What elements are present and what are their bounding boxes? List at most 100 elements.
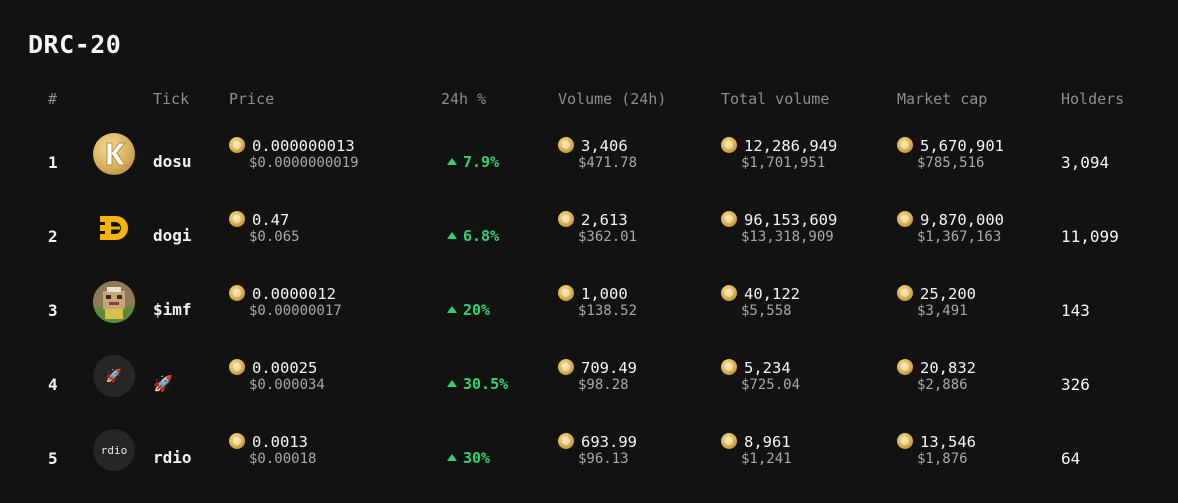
total-volume-value: 40,122	[744, 285, 800, 303]
total-volume-cell: 96,153,609 $13,318,909	[721, 211, 837, 246]
market-cap-cell: 13,546 $1,876	[897, 433, 976, 468]
rank: 2	[48, 227, 58, 246]
market-cap-cell: 5,670,901 $785,516	[897, 137, 1004, 172]
tick-label[interactable]: $imf	[153, 300, 192, 319]
doge-coin-icon	[721, 359, 737, 375]
header-rank: #	[48, 90, 58, 108]
price-cell: 0.47 $0.065	[229, 211, 300, 246]
header-change[interactable]: 24h %	[441, 90, 486, 108]
market-cap-cell: 9,870,000 $1,367,163	[897, 211, 1004, 246]
market-cap-value: 5,670,901	[920, 137, 1004, 155]
up-triangle-icon	[447, 158, 457, 165]
total-volume-usd: $725.04	[741, 377, 801, 393]
total-volume-value: 8,961	[744, 433, 791, 451]
price-usd: $0.000034	[249, 377, 325, 393]
rank: 5	[48, 449, 58, 468]
change-cell: 30%	[447, 449, 490, 467]
volume-cell: 709.49 $98.28	[558, 359, 637, 394]
doge-coin-icon	[229, 285, 245, 301]
dosu-k-logo-icon	[93, 133, 135, 175]
rank: 3	[48, 301, 58, 320]
rank: 1	[48, 153, 58, 172]
change-value: 6.8%	[463, 227, 500, 245]
market-cap-usd: $3,491	[917, 303, 968, 319]
change-value: 30.5%	[463, 375, 509, 393]
market-cap-usd: $785,516	[917, 155, 985, 171]
total-volume-usd: $1,241	[741, 451, 792, 467]
price-value: 0.47	[252, 211, 290, 229]
price-value: 0.0000012	[252, 285, 336, 303]
table-row[interactable]: 2 dogi 0.47 $0.065 6.8% 2,613 $362.01 96…	[0, 207, 1178, 281]
tick-label[interactable]: rdio	[153, 448, 192, 467]
doge-coin-icon	[558, 285, 574, 301]
change-cell: 20%	[447, 301, 490, 319]
volume-usd: $138.52	[578, 303, 638, 319]
market-cap-value: 13,546	[920, 433, 976, 451]
up-triangle-icon	[447, 380, 457, 387]
doge-coin-icon	[897, 285, 913, 301]
change-cell: 30.5%	[447, 375, 508, 393]
doge-coin-icon	[721, 137, 737, 153]
market-cap-cell: 20,832 $2,886	[897, 359, 976, 394]
rocket-icon: 🚀	[93, 355, 135, 397]
doge-coin-icon	[229, 211, 245, 227]
doge-coin-icon	[897, 359, 913, 375]
market-cap-cell: 25,200 $3,491	[897, 285, 976, 320]
doge-coin-icon	[229, 359, 245, 375]
change-cell: 7.9%	[447, 153, 499, 171]
volume-cell: 3,406 $471.78	[558, 137, 637, 172]
volume-cell: 2,613 $362.01	[558, 211, 637, 246]
rank: 4	[48, 375, 58, 394]
table-row[interactable]: 5 rdio rdio 0.0013 $0.00018 30% 693.99 $…	[0, 429, 1178, 503]
table-row[interactable]: 3 $imf 0.0000012 $0.00000017 20% 1,000 $…	[0, 281, 1178, 355]
table-header: # Tick Price 24h % Volume (24h) Total vo…	[0, 90, 1178, 110]
doge-coin-icon	[721, 285, 737, 301]
price-usd: $0.00018	[249, 451, 317, 467]
price-usd: $0.00000017	[249, 303, 342, 319]
header-tick[interactable]: Tick	[153, 90, 189, 108]
total-volume-value: 96,153,609	[744, 211, 838, 229]
price-value: 0.0013	[252, 433, 308, 451]
table-row[interactable]: 4 🚀 🚀 0.00025 $0.000034 30.5% 709.49 $98…	[0, 355, 1178, 429]
holders-value: 64	[1061, 449, 1081, 468]
change-value: 30%	[463, 449, 491, 467]
rdio-text-logo-icon: rdio	[93, 429, 135, 471]
price-usd: $0.065	[249, 229, 300, 245]
header-price[interactable]: Price	[229, 90, 274, 108]
price-cell: 0.00025 $0.000034	[229, 359, 325, 394]
page-title: DRC-20	[28, 30, 122, 59]
volume-cell: 1,000 $138.52	[558, 285, 637, 320]
header-market-cap[interactable]: Market cap	[897, 90, 987, 108]
dogi-d-logo-icon	[93, 207, 135, 249]
volume-usd: $471.78	[578, 155, 638, 171]
up-triangle-icon	[447, 306, 457, 313]
price-cell: 0.000000013 $0.0000000019	[229, 137, 359, 172]
up-triangle-icon	[447, 454, 457, 461]
total-volume-cell: 40,122 $5,558	[721, 285, 800, 320]
market-cap-usd: $2,886	[917, 377, 968, 393]
price-usd: $0.0000000019	[249, 155, 359, 171]
doge-coin-icon	[558, 137, 574, 153]
change-value: 20%	[463, 301, 491, 319]
total-volume-value: 5,234	[744, 359, 791, 377]
volume-usd: $362.01	[578, 229, 638, 245]
price-value: 0.000000013	[252, 137, 355, 155]
volume-value: 3,406	[581, 137, 628, 155]
volume-value: 693.99	[581, 433, 637, 451]
doge-coin-icon	[897, 137, 913, 153]
header-volume[interactable]: Volume (24h)	[558, 90, 666, 108]
header-total-volume[interactable]: Total volume	[721, 90, 829, 108]
header-holders[interactable]: Holders	[1061, 90, 1124, 108]
holders-value: 143	[1061, 301, 1090, 320]
total-volume-usd: $13,318,909	[741, 229, 834, 245]
total-volume-cell: 12,286,949 $1,701,951	[721, 137, 837, 172]
doge-coin-icon	[721, 211, 737, 227]
volume-value: 709.49	[581, 359, 637, 377]
volume-usd: $96.13	[578, 451, 629, 467]
tick-label[interactable]: dosu	[153, 152, 192, 171]
tick-label[interactable]: dogi	[153, 226, 192, 245]
market-cap-usd: $1,876	[917, 451, 968, 467]
doge-coin-icon	[897, 211, 913, 227]
table-row[interactable]: 1 dosu 0.000000013 $0.0000000019 7.9% 3,…	[0, 133, 1178, 207]
tick-label[interactable]: 🚀	[153, 374, 173, 393]
